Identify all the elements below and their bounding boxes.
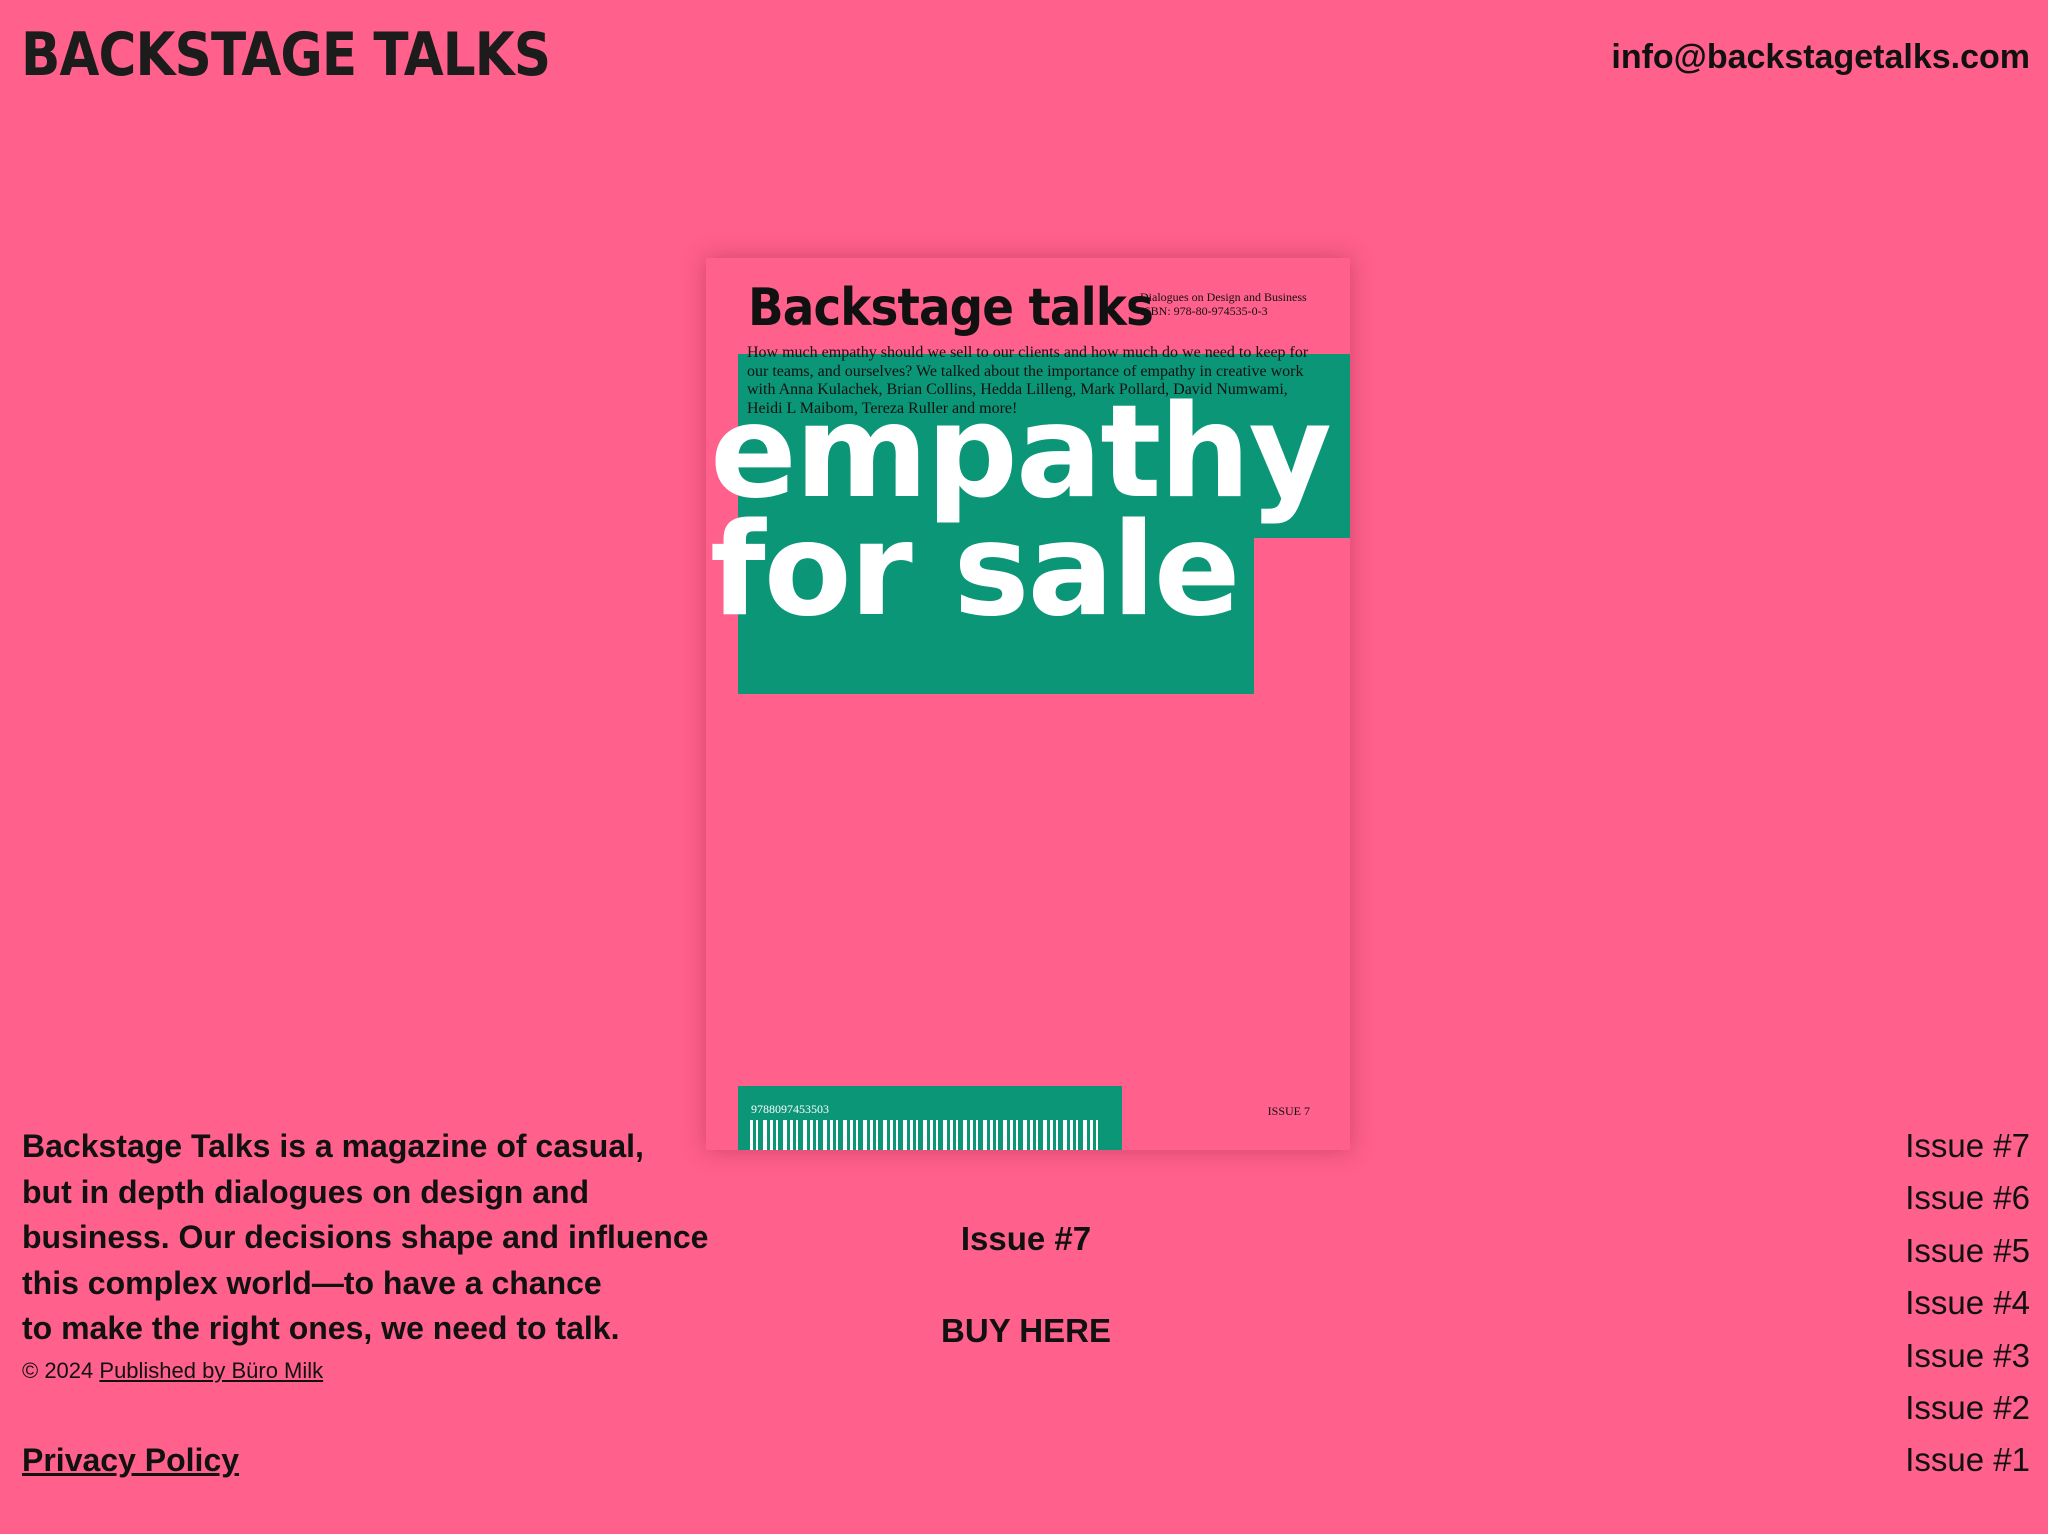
barcode-icon xyxy=(750,1120,1100,1150)
issue-link-4[interactable]: Issue #4 xyxy=(1905,1279,2030,1331)
cover-issue-label: ISSUE 7 xyxy=(1267,1104,1310,1118)
cover-meta-subtitle: Dialogues on Design and Business xyxy=(1140,290,1307,304)
magazine-cover-image: Backstage talks Dialogues on Design and … xyxy=(706,258,1350,1150)
cover-brand-title: Backstage talks xyxy=(748,278,1154,338)
cover-barcode: 9788097453503 xyxy=(738,1086,1122,1150)
cover-headline-line1: empathy xyxy=(710,378,1332,527)
issue-link-3[interactable]: Issue #3 xyxy=(1905,1332,2030,1384)
issue-link-2[interactable]: Issue #2 xyxy=(1905,1384,2030,1436)
cover-meta: Dialogues on Design and Business ISBN: 9… xyxy=(1140,290,1307,318)
cover-headline: empathy for sale xyxy=(710,378,1332,645)
about-text: Backstage Talks is a magazine of casual,… xyxy=(22,1128,709,1346)
publisher-link[interactable]: Published by Büro Milk xyxy=(99,1358,323,1383)
issue-list: Issue #7 Issue #6 Issue #5 Issue #4 Issu… xyxy=(1905,1122,2030,1489)
issue-link-6[interactable]: Issue #6 xyxy=(1905,1174,2030,1226)
cover-barcode-number: 9788097453503 xyxy=(751,1102,829,1116)
cover-meta-isbn: ISBN: 978-80-974535-0-3 xyxy=(1140,304,1268,318)
issue-link-5[interactable]: Issue #5 xyxy=(1905,1227,2030,1279)
contact-email-link[interactable]: info@backstagetalks.com xyxy=(1611,38,2030,77)
copyright-text: © 2024 xyxy=(22,1358,94,1383)
cover-headline-line2: for sale xyxy=(710,496,1241,645)
issue-link-7[interactable]: Issue #7 xyxy=(1905,1122,2030,1174)
site-logo[interactable]: BACKSTAGE TALKS xyxy=(21,22,551,88)
privacy-policy-link[interactable]: Privacy Policy xyxy=(22,1442,239,1479)
copyright-line: © 2024 Published by Büro Milk xyxy=(22,1358,323,1384)
issue-link-1[interactable]: Issue #1 xyxy=(1905,1436,2030,1488)
